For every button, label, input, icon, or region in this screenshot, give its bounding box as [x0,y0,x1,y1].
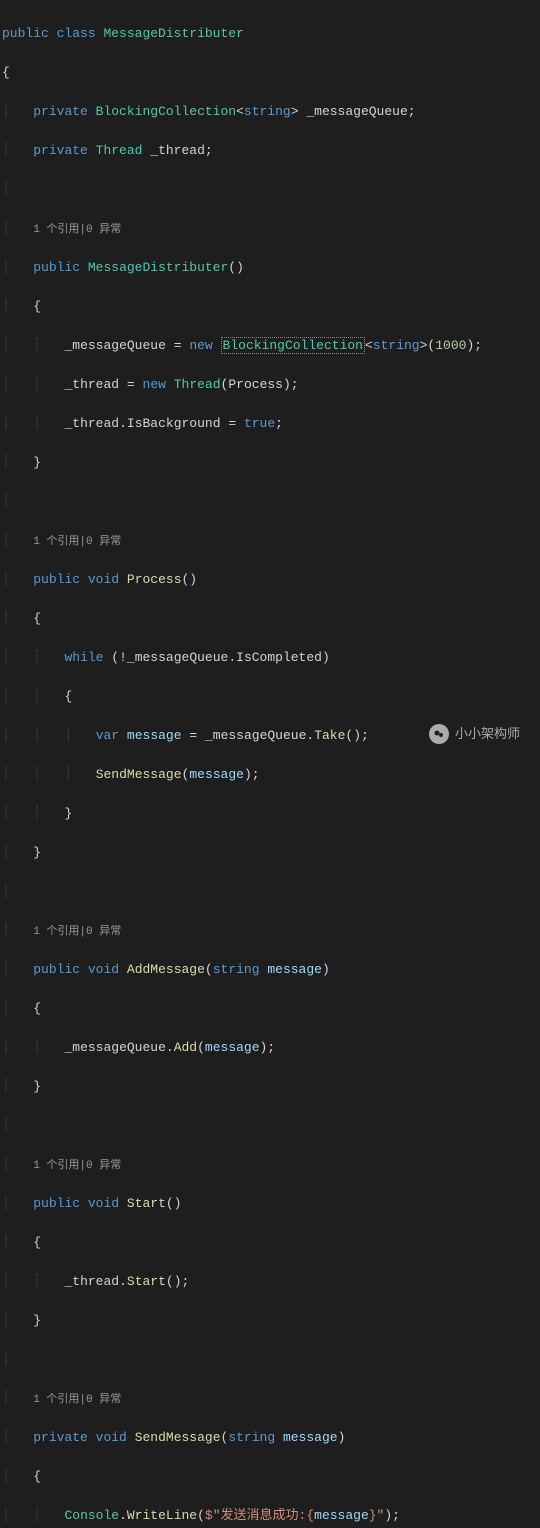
keyword: void [88,1196,119,1211]
codelens[interactable]: 1 个引用|0 异常 [33,1160,121,1172]
keyword: public [33,962,80,977]
method: WriteLine [127,1508,197,1523]
arg: Process [228,377,283,392]
keyword: new [143,377,166,392]
arg: message [189,767,244,782]
prop: IsCompleted [236,650,322,665]
keyword: string [213,962,260,977]
keyword: new [189,338,212,353]
type: Console [64,1508,119,1523]
keyword: void [96,1430,127,1445]
method: SendMessage [135,1430,221,1445]
keyword: string [228,1430,275,1445]
field: _messageQueue [306,104,407,119]
keyword: private [33,143,88,158]
method: SendMessage [96,767,182,782]
keyword: true [244,416,275,431]
arg: message [205,1040,260,1055]
type: Thread [174,377,221,392]
interp-var: message [314,1508,369,1523]
keyword: private [33,104,88,119]
param: message [267,962,322,977]
field: _thread [150,143,205,158]
keyword: public [33,1196,80,1211]
method: Take [314,728,345,743]
type: Thread [96,143,143,158]
method: Start [127,1196,166,1211]
keyword: while [64,650,103,665]
field: _messageQueue [64,1040,165,1055]
ctor-name: MessageDistributer [88,260,228,275]
keyword: string [373,338,420,353]
codelens[interactable]: 1 个引用|0 异常 [33,1394,121,1406]
codelens[interactable]: 1 个引用|0 异常 [33,536,121,548]
local: message [127,728,182,743]
type: BlockingCollection [96,104,236,119]
watermark: 小小架构师 [429,724,520,744]
field: _thread [64,416,119,431]
wechat-icon [429,724,449,744]
field: _thread [64,377,119,392]
watermark-text: 小小架构师 [455,724,520,744]
type-highlighted: BlockingCollection [221,337,365,354]
code-editor[interactable]: public class MessageDistributer { ┊ priv… [0,0,540,1528]
codelens[interactable]: 1 个引用|0 异常 [33,926,121,938]
field: _messageQueue [64,338,165,353]
number: 1000 [435,338,466,353]
keyword: void [88,572,119,587]
prop: IsBackground [127,416,221,431]
string: $"发送消息成功:{ [205,1508,314,1523]
field: _thread [64,1274,119,1289]
field: _messageQueue [205,728,306,743]
method: Add [174,1040,197,1055]
keyword: void [88,962,119,977]
method: Process [127,572,182,587]
param: message [283,1430,338,1445]
keyword: var [96,728,119,743]
keyword: public [33,572,80,587]
keyword: private [33,1430,88,1445]
keyword: public [33,260,80,275]
keyword: public [2,26,49,41]
codelens[interactable]: 1 个引用|0 异常 [33,224,121,236]
method: Start [127,1274,166,1289]
keyword: string [244,104,291,119]
string: }" [369,1508,385,1523]
keyword: class [57,26,96,41]
method: AddMessage [127,962,205,977]
class-name: MessageDistributer [103,26,243,41]
field: _messageQueue [127,650,228,665]
